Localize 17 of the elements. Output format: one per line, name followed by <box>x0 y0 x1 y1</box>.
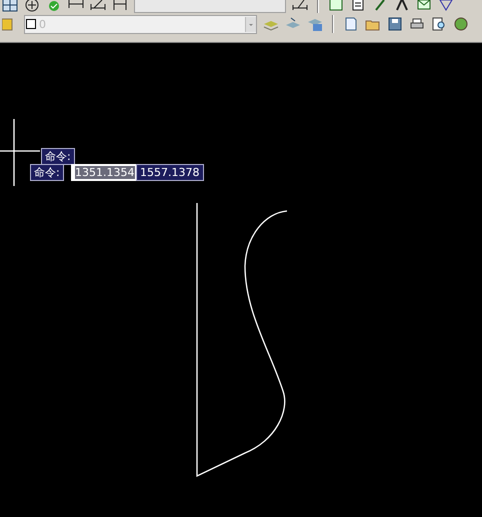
dimension-update-icon[interactable] <box>292 0 308 12</box>
command-prompt: 命令: <box>30 164 64 181</box>
funnel-icon[interactable] <box>438 0 454 12</box>
print-preview-icon[interactable] <box>431 16 447 32</box>
table-icon[interactable] <box>328 0 344 12</box>
coordinate-input-field[interactable]: 1557.1378 <box>136 164 204 181</box>
command-tooltip: 命令: <box>41 148 75 165</box>
color-swatch-icon <box>26 19 36 29</box>
check-icon[interactable] <box>46 0 62 12</box>
dimension-base-icon[interactable] <box>112 0 128 12</box>
grid-icon[interactable] <box>2 0 18 12</box>
new-file-icon[interactable] <box>343 16 359 32</box>
dimension-angle-icon[interactable] <box>90 0 106 12</box>
text-icon[interactable] <box>350 0 366 12</box>
coordinate-input-field[interactable]: 1351.1354 <box>71 164 138 181</box>
envelope-icon[interactable] <box>416 0 432 12</box>
save-icon[interactable] <box>387 16 403 32</box>
